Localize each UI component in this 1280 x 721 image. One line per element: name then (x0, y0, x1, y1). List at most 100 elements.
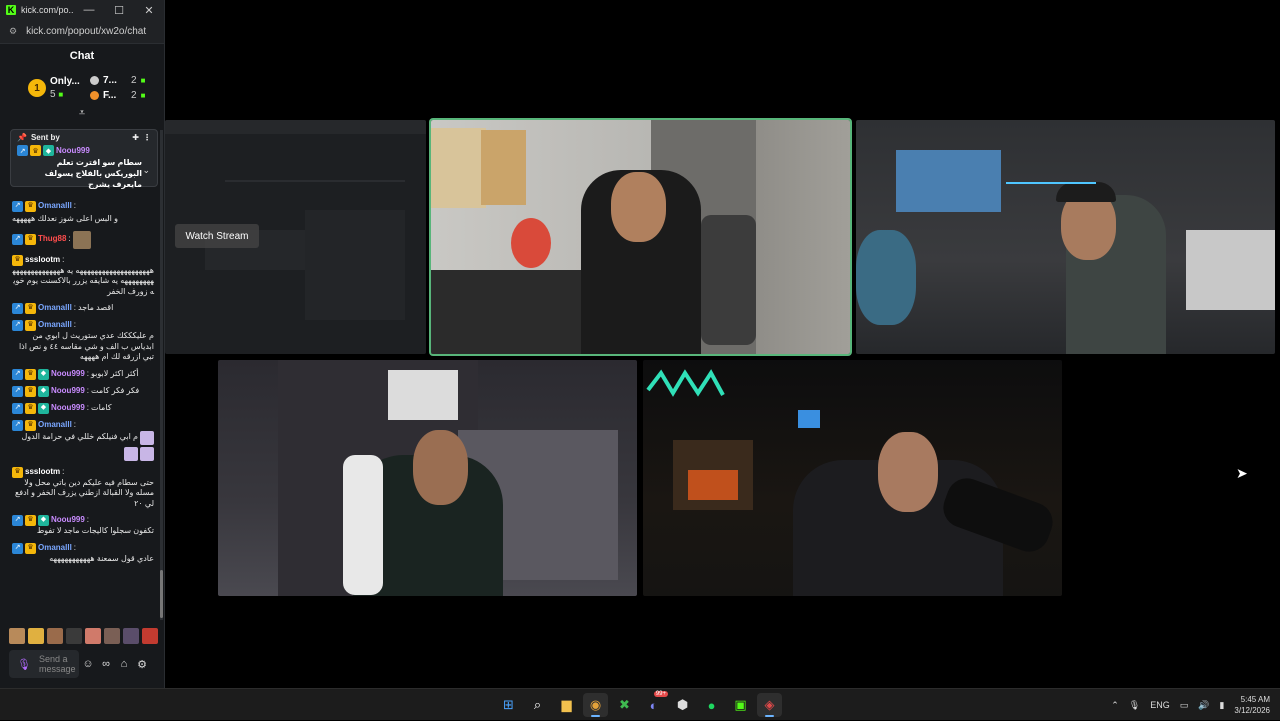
verified-badge-icon: ↗ (12, 385, 23, 397)
fire (688, 470, 738, 500)
chat-message: ↗ ♛ Omanalll: م ابي فنيلكم خللي في حرامة… (12, 419, 154, 461)
settings-gear-icon[interactable]: ⚙ (133, 658, 151, 671)
chat-scrollbar[interactable] (160, 130, 163, 620)
microphone-tray-icon[interactable]: 🎙 (1129, 700, 1140, 711)
network-icon[interactable]: ▭ (1180, 700, 1189, 711)
chat-text: و البس اعلى شوز نعدلك هههههه (12, 214, 118, 223)
obs-icon[interactable]: ⬢ (670, 693, 695, 717)
chat-input[interactable]: 🎙 Send a message (9, 650, 79, 678)
chat-username[interactable]: Omanalll (38, 320, 72, 331)
stream-tile-bottom-left[interactable] (218, 360, 637, 596)
watch-stream-button[interactable]: Watch Stream (175, 224, 259, 248)
verified-badge-icon: ↗ (12, 542, 23, 554)
chat-text: عادي قول سمعنة هههههههههههه (49, 553, 154, 563)
window-title: kick.com/po... (21, 5, 74, 15)
windows-start-icon[interactable]: ⊞ (496, 693, 521, 717)
more-options-icon[interactable]: ⋮ (143, 133, 151, 142)
crown-badge-icon: ♛ (25, 234, 36, 245)
site-settings-icon[interactable]: ⚙ (9, 26, 17, 37)
clock[interactable]: 5:45 AM 3/12/2026 (1234, 694, 1270, 716)
infinity-icon[interactable]: ∞ (97, 658, 115, 670)
chat-message: ↗ ♛ Omanalll: اقصد ماجد (12, 303, 154, 314)
windows-taskbar: ⊞ ⌕ ▆ ◉ ✖ ◐ 99+ ⬢ ● ▣ ◈ ⌃ 🎙 ENG ▭ 🔊 ▮ 5:4… (0, 688, 1280, 720)
emote-icon[interactable] (66, 628, 82, 644)
discord-icon[interactable]: ◐ 99+ (641, 691, 668, 717)
maximize-icon[interactable]: ☐ (104, 4, 134, 17)
emote-icon[interactable] (104, 628, 120, 644)
scrollbar-thumb[interactable] (160, 570, 163, 618)
blurred-toolbar (165, 120, 426, 134)
language-indicator[interactable]: ENG (1150, 700, 1170, 710)
blurred-panel (305, 210, 405, 320)
search-icon[interactable]: ⌕ (525, 693, 550, 717)
crown-badge-icon: ♛ (12, 254, 23, 266)
verified-badge-icon: ↗ (12, 201, 23, 212)
store-icon[interactable]: ⌂ (115, 658, 133, 670)
chat-username[interactable]: Noou999 (51, 515, 85, 526)
poster-image (431, 128, 486, 208)
chat-username[interactable]: Omanalll (38, 201, 72, 212)
chat-username[interactable]: Omanalll (38, 303, 72, 314)
spotify-icon[interactable]: ● (699, 693, 724, 717)
xbox-icon[interactable]: ✖ (612, 693, 637, 717)
gift-leaderboard[interactable]: 1 Only... 5 ■ 7... 2 ■ F... 2 ■ (0, 68, 164, 108)
emote-icon[interactable] (9, 628, 25, 644)
clock-time: 5:45 AM (1240, 695, 1270, 704)
gaming-chair (343, 455, 383, 595)
neon-sign (646, 369, 725, 397)
leaderboard-top-name: Only... (50, 76, 80, 87)
gaming-chair (701, 215, 756, 345)
pinned-text: سطام سو اقترت تعلم البوريكس بالفلاج يسول… (44, 158, 142, 189)
chat-username[interactable]: Omanalll (38, 543, 72, 554)
pinned-username[interactable]: Noou999 (56, 146, 90, 155)
steam-icon[interactable]: ◈ (757, 693, 782, 717)
streamer-face (413, 430, 468, 505)
chat-message: ↗ ♛ Omanalll: و البس اعلى شوز نعدلك هههه… (12, 201, 118, 223)
emote-icon[interactable] (47, 628, 63, 644)
tray-overflow-icon[interactable]: ⌃ (1111, 700, 1119, 711)
stream-tile-right[interactable] (856, 120, 1275, 354)
volume-icon[interactable]: 🔊 (1198, 700, 1209, 711)
url-text: kick.com/popout/xw2o/chat (26, 26, 147, 37)
verified-badge-icon: ↗ (12, 402, 23, 414)
chat-text: م عليكككك عدي ستوريث ل ابوي من ابدياس ب … (18, 331, 154, 361)
chat-text: ههههههههههههههههههههه يه ههههههههههههههه… (12, 265, 154, 296)
stream-tile-bottom-right[interactable] (643, 360, 1062, 596)
chat-username[interactable]: Noou999 (51, 403, 85, 414)
chevron-down-icon[interactable]: ⌄ (142, 165, 150, 176)
kick-app-icon[interactable]: ▣ (728, 693, 753, 717)
chat-text: اقصد ماجد (78, 303, 114, 313)
chat-username[interactable]: Noou999 (51, 369, 85, 380)
pinned-message[interactable]: 📌 Sent by ✚ ⋮ ↗ ♛ ◆ Noou999 سطام سو اقتر… (10, 129, 158, 189)
file-explorer-icon[interactable]: ▆ (554, 693, 579, 717)
taskbar-apps: ⊞ ⌕ ▆ ◉ ✖ ◐ 99+ ⬢ ● ▣ ◈ (496, 691, 782, 717)
emote-icon[interactable] (85, 628, 101, 644)
microphone-icon[interactable]: 🎙 (17, 658, 31, 671)
discord-badge: 99+ (653, 691, 668, 697)
stream-tile-main[interactable] (429, 118, 852, 356)
chat-username[interactable]: Noou999 (51, 386, 85, 397)
shelf (388, 370, 458, 420)
chat-username[interactable]: ssslootm (25, 255, 60, 266)
clock-date: 3/12/2026 (1234, 706, 1270, 715)
chat-message: ↗ ♛ ◆ Noou999: أكثر اكثر لابوبو (12, 368, 154, 380)
blurred-line (225, 180, 405, 182)
chat-username[interactable]: Thug88 (38, 234, 66, 245)
emote-picker-icon[interactable]: ☺ (79, 658, 97, 670)
unpin-icon[interactable]: ✚ (132, 133, 139, 142)
chrome-icon[interactable]: ◉ (583, 693, 608, 717)
battery-icon[interactable]: ▮ (1219, 700, 1224, 711)
emote-icon[interactable] (28, 628, 44, 644)
address-bar[interactable]: ⚙ kick.com/popout/xw2o/chat (0, 20, 164, 44)
leaderboard-row: 7... 2 ■ (90, 73, 145, 88)
emote-icon[interactable] (123, 628, 139, 644)
emote-icon[interactable] (142, 628, 158, 644)
subscriber-badge-icon: ◆ (38, 402, 49, 414)
collapse-toggle-icon[interactable]: ⩡ (0, 108, 164, 120)
chat-text: حتى سطام فيه عليكم دين باتي محل ولا مسله… (15, 477, 154, 508)
close-icon[interactable]: ✕ (134, 4, 164, 17)
chat-username[interactable]: ssslootm (25, 467, 60, 478)
minimize-icon[interactable]: — (74, 4, 104, 16)
chat-input-row: 🎙 Send a message ☺ ∞ ⌂ ⚙ (9, 650, 159, 678)
chat-username[interactable]: Omanalll (38, 420, 72, 431)
